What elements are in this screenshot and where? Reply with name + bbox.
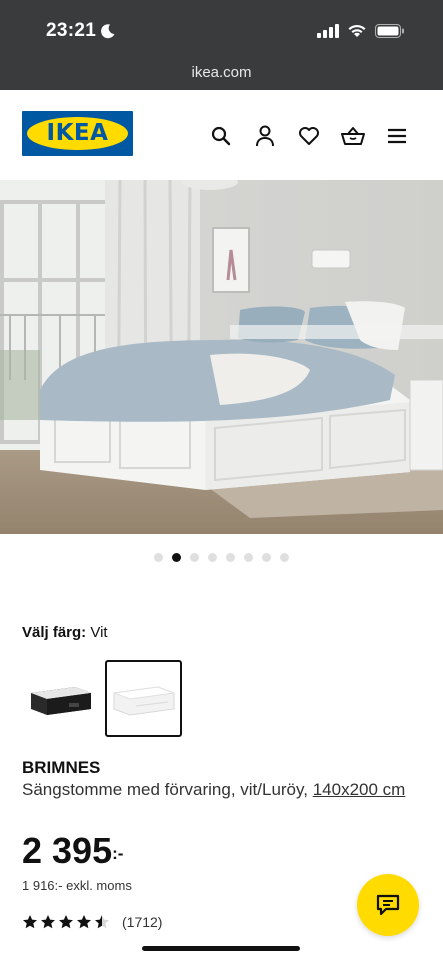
logo-text: IKEA [46, 120, 109, 146]
menu-button[interactable] [385, 124, 409, 148]
description-text: Sängstomme med förvaring, vit/Luröy, [22, 780, 308, 799]
rating-stars [22, 914, 110, 930]
favorites-button[interactable] [297, 124, 321, 148]
bed-photo [0, 180, 443, 534]
search-icon [211, 126, 231, 146]
rating[interactable]: (1712) [22, 914, 162, 930]
color-value: Vit [90, 624, 108, 641]
product-description: Sängstomme med förvaring, vit/Luröy, 140… [22, 779, 427, 801]
product-image[interactable] [0, 180, 443, 534]
chat-button[interactable] [357, 874, 419, 936]
star-icon [59, 915, 73, 929]
carousel-dot[interactable] [154, 553, 163, 562]
carousel-dot[interactable] [208, 553, 217, 562]
site-header: IKEA [0, 90, 443, 180]
status-time: 23:21 [46, 20, 116, 42]
account-button[interactable] [253, 124, 277, 148]
account-icon [256, 125, 274, 147]
favorites-icon [299, 127, 319, 145]
carousel-dot[interactable] [190, 553, 199, 562]
moon-icon [101, 24, 115, 39]
price-excl-vat: 1 916:- exkl. moms [22, 878, 132, 893]
white-bed-thumbnail [113, 685, 174, 716]
signal-icon [317, 24, 339, 38]
star-icon [95, 915, 109, 929]
swatch-black[interactable] [22, 660, 99, 737]
menu-icon [388, 128, 406, 144]
carousel-dot[interactable] [226, 553, 235, 562]
price: 2 395 :- [22, 830, 123, 872]
carousel-dot[interactable] [262, 553, 271, 562]
home-indicator [142, 946, 300, 951]
color-label: Välj färg: [22, 624, 87, 641]
ikea-logo[interactable]: IKEA [22, 111, 133, 156]
star-icon [77, 915, 91, 929]
color-chooser: Välj färg: Vit [22, 624, 108, 641]
color-swatches [22, 660, 182, 737]
carousel-dot[interactable] [172, 553, 181, 562]
rating-count: (1712) [122, 914, 163, 930]
star-icon [23, 915, 37, 929]
carousel-dot[interactable] [244, 553, 253, 562]
basket-button[interactable] [341, 124, 365, 148]
star-icon [41, 915, 55, 929]
wifi-icon [348, 24, 366, 37]
price-suffix: :- [112, 844, 124, 863]
battery-icon [375, 24, 404, 38]
url-bar[interactable]: ikea.com [0, 64, 443, 81]
black-bed-thumbnail [30, 686, 91, 715]
swatch-white[interactable] [105, 660, 182, 737]
price-main: 2 395 [22, 830, 113, 871]
browser-chrome: 23:21 ikea.com [0, 0, 443, 90]
search-button[interactable] [209, 124, 233, 148]
basket-icon [341, 127, 365, 145]
chat-icon [376, 894, 400, 916]
status-icons [317, 24, 405, 38]
clock-label: 23:21 [46, 20, 97, 41]
product-name: BRIMNES [22, 758, 101, 777]
carousel-dots [0, 553, 443, 562]
header-icons [209, 124, 409, 148]
size-link[interactable]: 140x200 cm [313, 780, 406, 799]
carousel-dot[interactable] [280, 553, 289, 562]
